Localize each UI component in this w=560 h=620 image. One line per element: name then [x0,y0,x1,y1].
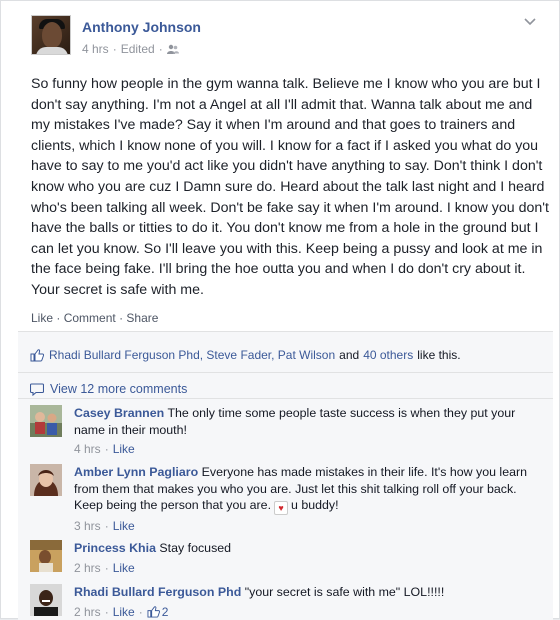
comment-like-count[interactable]: 2 [147,604,169,620]
edited-label[interactable]: Edited [121,42,155,56]
friends-icon[interactable] [167,44,179,55]
commenter-name[interactable]: Amber Lynn Pagliaro [74,465,198,479]
post-author[interactable]: Anthony Johnson [82,19,201,35]
post-time[interactable]: 4 hrs [82,42,109,56]
comment-time[interactable]: 4 hrs [74,441,101,458]
comment-time[interactable]: 2 hrs [74,604,101,620]
author-avatar[interactable] [31,15,71,55]
comment-time[interactable]: 3 hrs [74,518,101,535]
likers-names[interactable]: Rhadi Bullard Ferguson Phd, Steve Fader,… [49,348,335,362]
commenter-avatar[interactable] [30,584,62,616]
comment-like-button[interactable]: Like [113,604,135,620]
comment-text: Stay focused [159,541,231,555]
comment-button[interactable]: Comment [64,311,116,325]
commenter-avatar[interactable] [30,464,62,496]
thumbs-up-icon [30,349,44,362]
divider [18,398,553,399]
comment-like-button[interactable]: Like [113,518,135,535]
comment-like-button[interactable]: Like [113,441,135,458]
comment-time[interactable]: 2 hrs [74,560,101,577]
post-text: So funny how people in the gym wanna tal… [31,74,551,301]
comment-bubble-icon [30,383,44,396]
commenter-avatar[interactable] [30,405,62,437]
divider [18,372,553,373]
comment-text: "your secret is safe with me" LOL!!!!! [245,585,445,599]
comment-text-end: u buddy! [291,498,339,512]
post-actions: Like · Comment · Share [31,311,158,325]
post-meta: 4 hrs · Edited · [82,42,179,56]
likes-summary: Rhadi Bullard Ferguson Phd, Steve Fader,… [30,348,461,362]
thumbs-up-icon [147,606,160,618]
heart-icon: ♥ [274,501,288,515]
post-card: Anthony Johnson 4 hrs · Edited · So funn… [0,0,560,619]
view-more-comments[interactable]: View 12 more comments [30,382,187,396]
like-button[interactable]: Like [31,311,53,325]
commenter-name[interactable]: Rhadi Bullard Ferguson Phd [74,585,241,599]
commenter-name[interactable]: Princess Khia [74,541,156,555]
comments-section: Rhadi Bullard Ferguson Phd, Steve Fader,… [18,331,553,620]
commenter-avatar[interactable] [30,540,62,572]
likers-others[interactable]: 40 others [363,348,413,362]
commenter-name[interactable]: Casey Brannen [74,406,164,420]
chevron-down-icon[interactable] [523,15,537,29]
comment-like-button[interactable]: Like [113,560,135,577]
share-button[interactable]: Share [126,311,158,325]
